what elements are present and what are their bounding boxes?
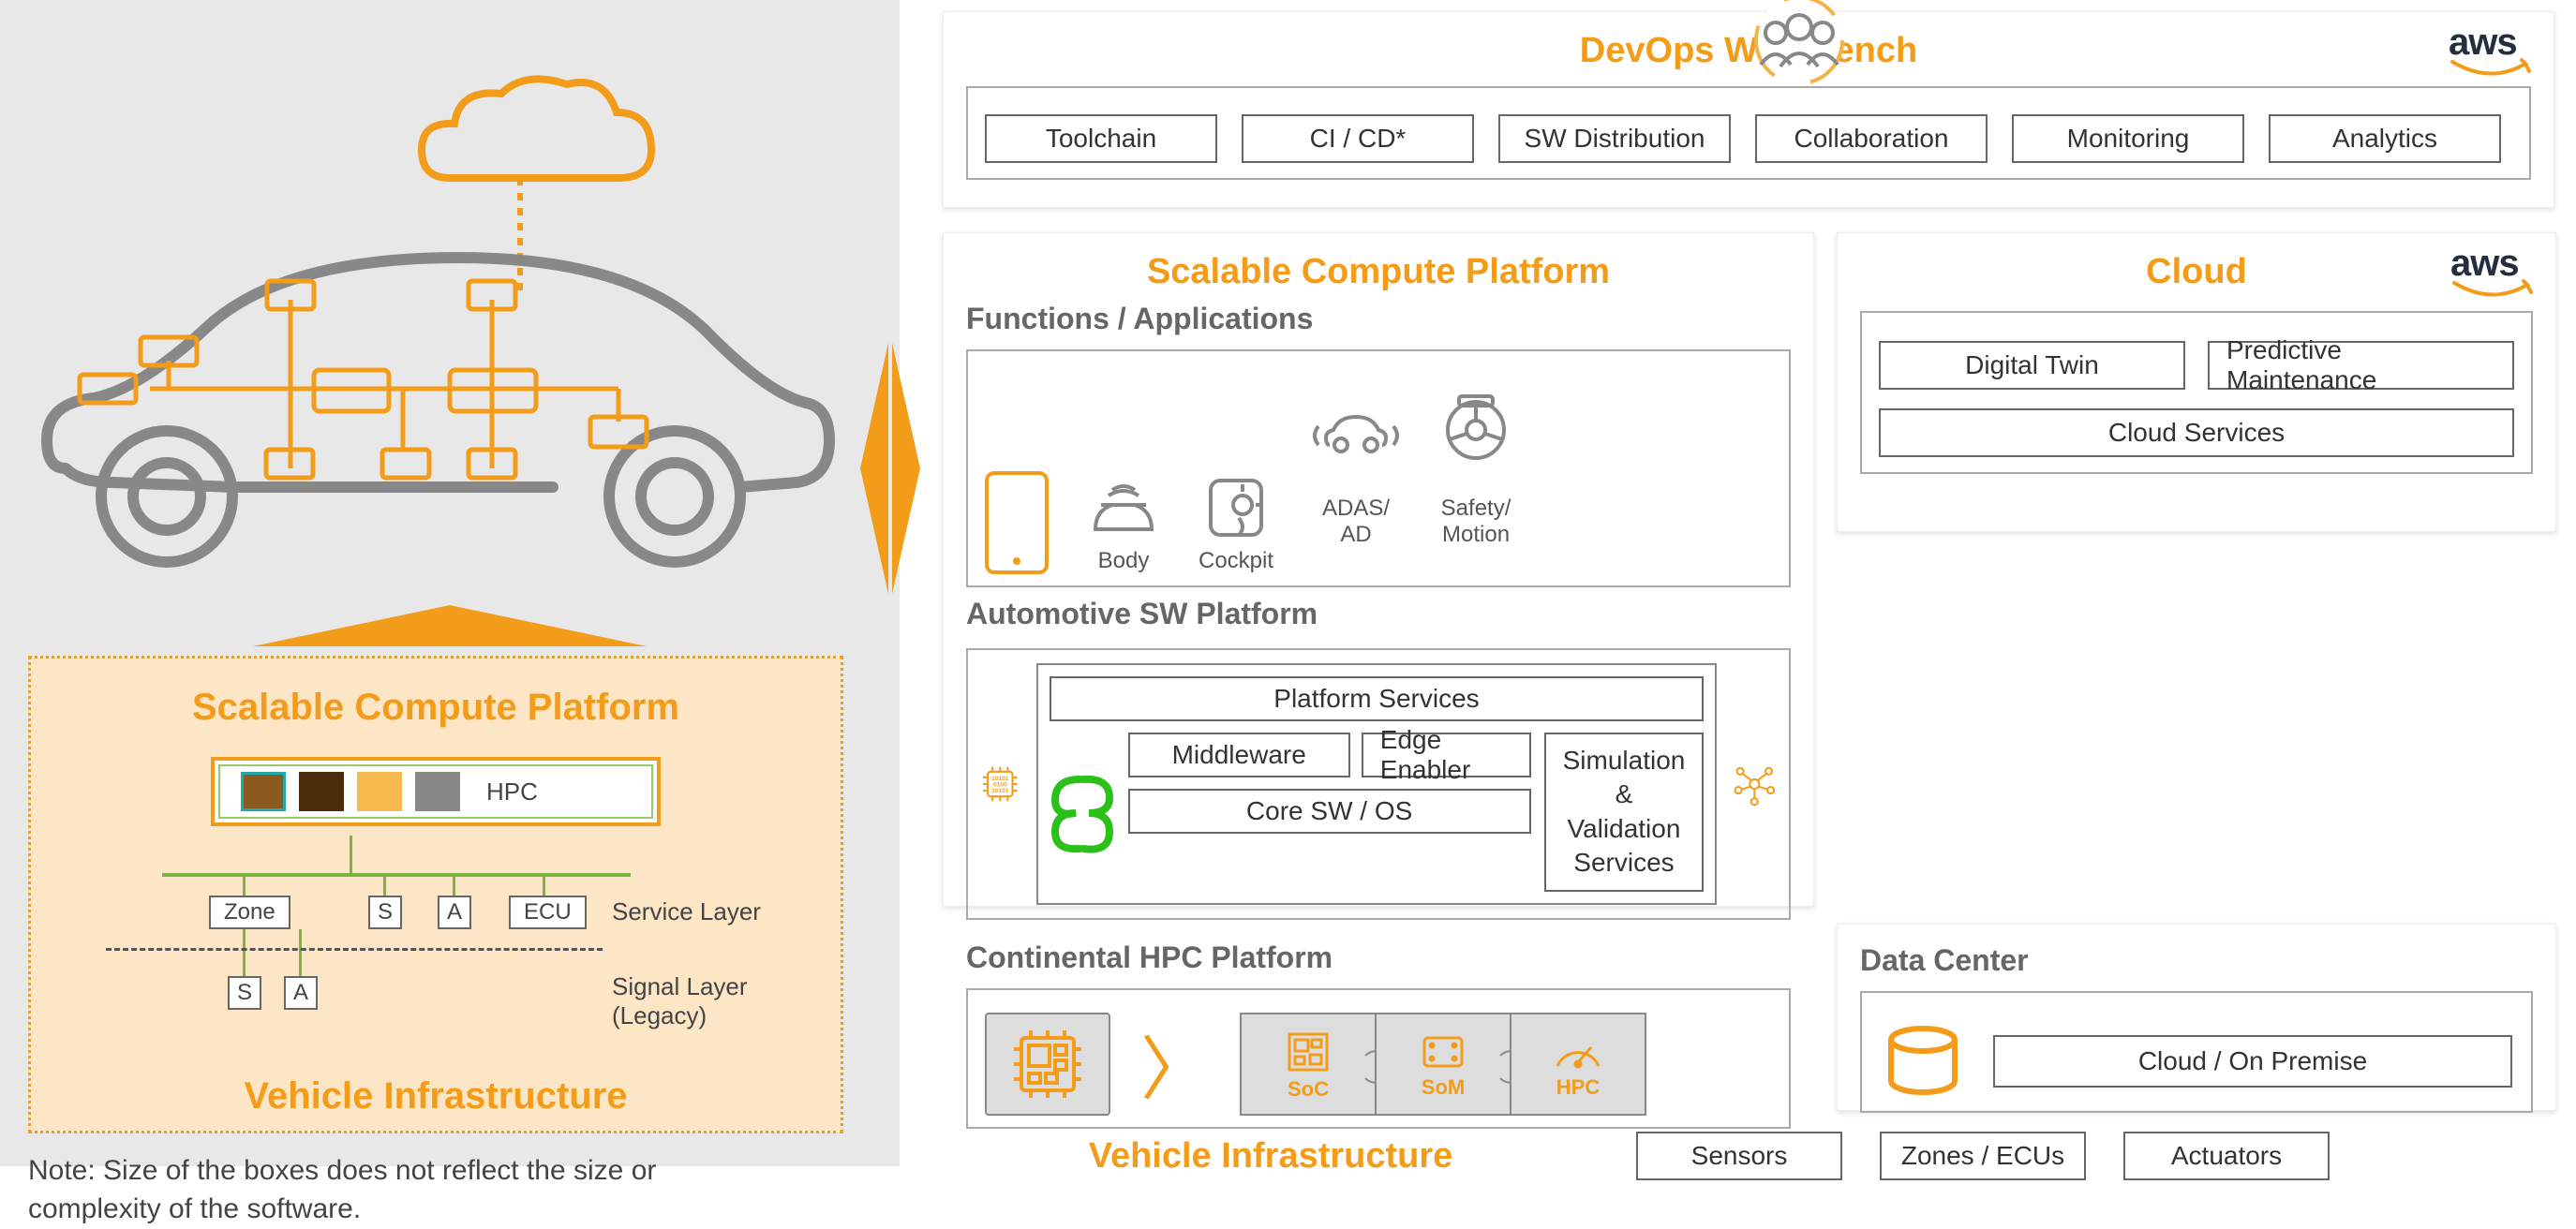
phone-app-icon [985,471,1049,574]
func-adas: ADAS/ AD [1309,372,1403,574]
func-cockpit: Cockpit [1199,473,1273,574]
platform-services-box: Platform Services [1050,676,1705,721]
scp-left-panel: Scalable Compute Platform HPC Zone S A E… [28,656,843,1133]
aws-logo: aws [2450,243,2535,302]
puzzle-hpc: HPC [1510,1013,1646,1116]
cloud-onprem-box: Cloud / On Premise [1993,1035,2512,1088]
devops-item-cicd: CI / CD* [1242,114,1474,163]
puzzle-soc: SoC [1240,1013,1377,1116]
chevron-right-icon: 〉 [1140,1014,1210,1114]
a-box-2: A [284,976,318,1010]
data-center-card: Data Center Cloud / On Premise [1837,924,2556,1111]
svg-text:10101: 10101 [991,788,1009,794]
service-layer-label: Service Layer [612,897,761,926]
devops-items-row: Toolchain CI / CD* SW Distribution Colla… [985,114,2512,163]
cloud-title: Cloud [1860,252,2533,292]
hpc-block: HPC [211,757,661,826]
chip-layout-icon [985,1013,1110,1116]
car-cloud-illustration [28,19,843,618]
devops-item-collab: Collaboration [1755,114,1988,163]
vehicle-infra-footer: Vehicle Infrastructure Sensors Zones / E… [943,1132,2554,1180]
vi-footer-title: Vehicle Infrastructure [943,1136,1599,1177]
a-box-1: A [438,896,471,929]
sensors-box: Sensors [1636,1132,1842,1180]
middleware-box: Middleware [1128,733,1350,777]
chip-square-1 [241,772,286,811]
layer-diagram: Zone S A ECU Service Layer S A Signal La… [50,836,822,1042]
devops-item-monitoring: Monitoring [2012,114,2244,163]
predictive-maintenance-box: Predictive Maintenance [2208,341,2514,390]
chip-square-2 [299,772,344,811]
actuators-box: Actuators [2123,1132,2330,1180]
data-center-title: Data Center [1860,943,2533,978]
chip-square-4 [415,772,460,811]
triangle-accent-icon [253,600,647,656]
devops-item-swdist: SW Distribution [1498,114,1731,163]
core-sw-box: Core SW / OS [1128,789,1531,834]
func-body: Body [1084,477,1163,574]
edge-enabler-box: Edge Enabler [1362,733,1531,777]
layer-divider [106,948,603,951]
signal-layer-label: Signal Layer (Legacy) [612,972,748,1030]
s-box-1: S [368,896,402,929]
hpc-row: 〉 SoC SoM HPC [985,1013,1772,1116]
scp-card-title: Scalable Compute Platform [966,252,1791,292]
devops-item-toolchain: Toolchain [985,114,1217,163]
zone-box: Zone [209,896,290,929]
chip-square-3 [357,772,402,811]
cloud-services-box: Cloud Services [1879,408,2514,457]
funcs-header: Functions / Applications [966,302,1791,336]
s-box-2: S [228,976,261,1010]
simval-box: Simulation & Validation Services [1544,733,1705,892]
ecu-box: ECU [509,896,587,929]
sw-platform-header: Automotive SW Platform [966,597,1791,631]
aws-logo: aws [2449,22,2533,81]
svg-text:10101: 10101 [991,776,1009,782]
scp-card: Scalable Compute Platform Functions / Ap… [943,232,1814,907]
bidirectional-arrow-icon [853,337,928,600]
vi-left-title: Vehicle Infrastructure [31,1075,841,1118]
people-icon [1729,0,1869,89]
database-icon [1881,1025,1965,1098]
funcs-row: Body Cockpit ADAS/ AD Safety/ Motion [985,368,1772,574]
hpc-label: HPC [486,777,538,807]
cloud-icon [384,66,675,225]
zones-ecus-box: Zones / ECUs [1880,1132,2086,1180]
svg-text:0100: 0100 [993,781,1007,788]
scp-left-title: Scalable Compute Platform [50,687,822,729]
car-icon [28,206,843,600]
hpc-platform-header: Continental HPC Platform [966,940,1791,975]
chip-binary-icon: 10101 0100 10101 [981,745,1020,823]
devops-item-analytics: Analytics [2269,114,2501,163]
cloud-card: Cloud aws Digital Twin Predictive Mainte… [1837,232,2556,532]
digital-twin-box: Digital Twin [1879,341,2185,390]
footnote: Note: Size of the boxes does not reflect… [28,1152,656,1228]
func-safety: Safety/ Motion [1438,368,1513,574]
network-graph-icon [1734,742,1776,826]
devops-workbench-card: DevOps Workbench aws Toolchain CI / CD* … [943,11,2554,208]
puzzle-som: SoM [1375,1013,1511,1116]
sw-platform-block: 10101 0100 10101 Platform Services Middl… [966,648,1791,920]
eb-logo-icon [1050,733,1115,892]
